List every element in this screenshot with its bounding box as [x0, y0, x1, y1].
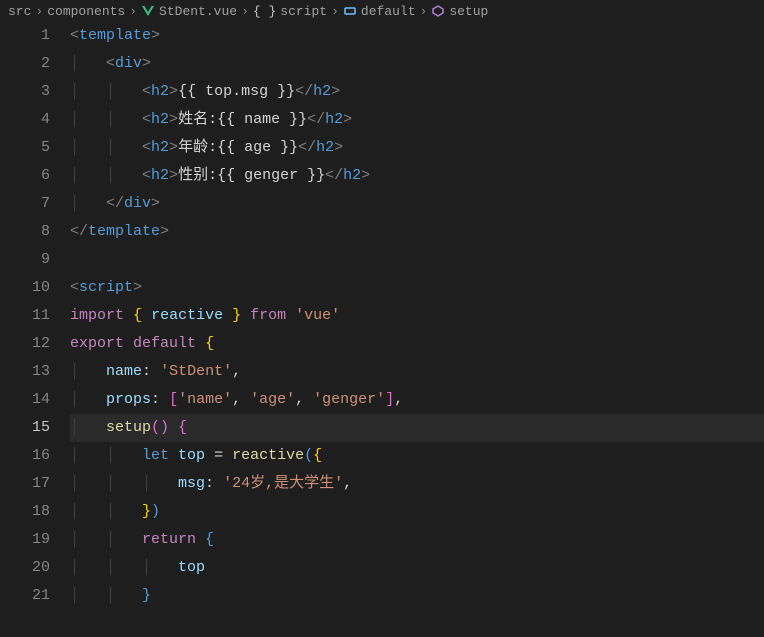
breadcrumb-item[interactable]: setup [449, 4, 488, 19]
line-number: 9 [0, 246, 50, 274]
line-number: 6 [0, 162, 50, 190]
line-number: 15 [0, 414, 50, 442]
breadcrumb-item[interactable]: script [280, 4, 327, 19]
code-line[interactable]: │ props: ['name', 'age', 'genger'], [70, 386, 764, 414]
line-number: 2 [0, 50, 50, 78]
breadcrumb-item[interactable]: default [361, 4, 416, 19]
line-number: 13 [0, 358, 50, 386]
line-number: 18 [0, 498, 50, 526]
code-line[interactable] [70, 246, 764, 274]
code-line[interactable]: │ │ }) [70, 498, 764, 526]
code-line[interactable]: │ │ return { [70, 526, 764, 554]
breadcrumb[interactable]: src › components › StDent.vue › { } scri… [0, 0, 764, 22]
code-line[interactable]: │ │ <h2>{{ top.msg }}</h2> [70, 78, 764, 106]
code-line[interactable]: │ │ <h2>姓名:{{ name }}</h2> [70, 106, 764, 134]
line-number: 5 [0, 134, 50, 162]
line-number: 16 [0, 442, 50, 470]
line-number: 4 [0, 106, 50, 134]
line-number: 8 [0, 218, 50, 246]
braces-icon: { } [253, 4, 276, 19]
chevron-right-icon: › [35, 4, 43, 19]
symbol-icon [343, 4, 357, 18]
line-number: 7 [0, 190, 50, 218]
code-line[interactable]: │ │ <h2>年龄:{{ age }}</h2> [70, 134, 764, 162]
code-line[interactable]: │ │ <h2>性别:{{ genger }}</h2> [70, 162, 764, 190]
code-line[interactable]: │ │ let top = reactive({ [70, 442, 764, 470]
chevron-right-icon: › [241, 4, 249, 19]
line-number: 19 [0, 526, 50, 554]
line-number: 17 [0, 470, 50, 498]
code-line[interactable]: │ setup() { [70, 414, 764, 442]
line-number: 14 [0, 386, 50, 414]
line-gutter: 1 2 3 4 5 6 7 8 9 10 11 12 13 14 15 16 1… [0, 22, 70, 637]
code-line[interactable]: <template> [70, 22, 764, 50]
line-number: 1 [0, 22, 50, 50]
line-number: 3 [0, 78, 50, 106]
line-number: 21 [0, 582, 50, 610]
breadcrumb-item[interactable]: src [8, 4, 31, 19]
code-area[interactable]: <template> │ <div> │ │ <h2>{{ top.msg }}… [70, 22, 764, 637]
code-editor[interactable]: 1 2 3 4 5 6 7 8 9 10 11 12 13 14 15 16 1… [0, 22, 764, 637]
code-line[interactable]: import { reactive } from 'vue' [70, 302, 764, 330]
code-line[interactable]: </template> [70, 218, 764, 246]
code-line[interactable]: │ │ │ msg: '24岁,是大学生', [70, 470, 764, 498]
code-line[interactable]: │ <div> [70, 50, 764, 78]
code-line[interactable]: export default { [70, 330, 764, 358]
code-line[interactable]: │ │ │ top [70, 554, 764, 582]
chevron-right-icon: › [420, 4, 428, 19]
vue-icon [141, 4, 155, 18]
breadcrumb-item[interactable]: components [47, 4, 125, 19]
chevron-right-icon: › [129, 4, 137, 19]
chevron-right-icon: › [331, 4, 339, 19]
method-icon [431, 4, 445, 18]
line-number: 10 [0, 274, 50, 302]
line-number: 11 [0, 302, 50, 330]
code-line[interactable]: │ name: 'StDent', [70, 358, 764, 386]
line-number: 12 [0, 330, 50, 358]
code-line[interactable]: │ </div> [70, 190, 764, 218]
line-number: 20 [0, 554, 50, 582]
code-line[interactable]: │ │ } [70, 582, 764, 610]
breadcrumb-item[interactable]: StDent.vue [159, 4, 237, 19]
code-line[interactable]: <script> [70, 274, 764, 302]
